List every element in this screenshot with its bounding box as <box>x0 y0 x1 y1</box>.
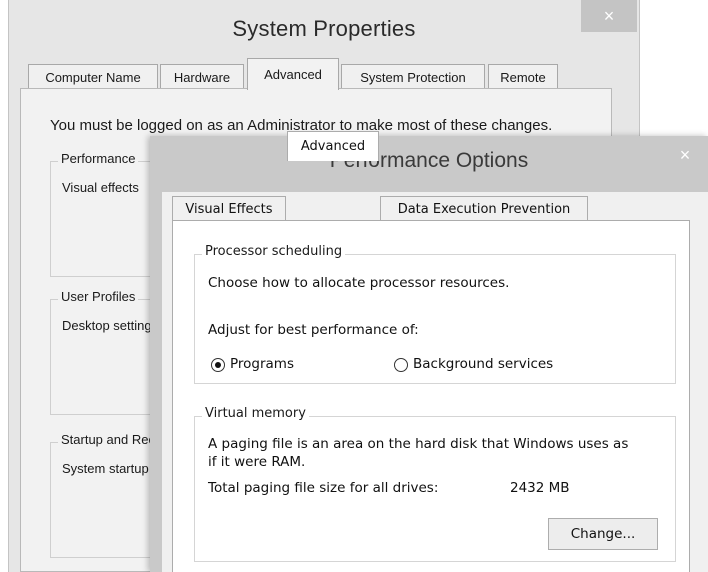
tab-advanced[interactable]: Advanced <box>287 131 379 161</box>
adjust-performance-label: Adjust for best performance of: <box>208 322 419 338</box>
user-profiles-group-text: Desktop settings <box>62 318 159 333</box>
virtual-memory-description-line2: if it were RAM. <box>208 454 306 470</box>
programs-radio-label[interactable]: Programs <box>230 356 294 372</box>
virtual-memory-description-line1: A paging file is an area on the hard dis… <box>208 436 629 452</box>
tab-remote[interactable]: Remote <box>488 64 558 90</box>
total-paging-size-value: 2432 MB <box>510 480 570 496</box>
tab-advanced[interactable]: Advanced <box>247 58 339 90</box>
virtual-memory-label: Virtual memory <box>202 406 309 421</box>
window-title: System Properties <box>232 16 416 41</box>
performance-group-label: Performance <box>58 151 139 166</box>
tab-data-execution-prevention[interactable]: Data Execution Prevention <box>380 196 588 221</box>
processor-scheduling-label: Processor scheduling <box>202 244 346 259</box>
background-services-radio[interactable] <box>394 358 408 372</box>
dialog-title: Performance Options <box>329 149 529 172</box>
tab-computer-name[interactable]: Computer Name <box>28 64 158 90</box>
processor-scheduling-description: Choose how to allocate processor resourc… <box>208 275 510 291</box>
background-services-radio-label[interactable]: Background services <box>413 356 553 372</box>
change-button[interactable]: Change... <box>548 518 658 550</box>
tab-hardware[interactable]: Hardware <box>160 64 244 90</box>
close-icon[interactable]: × <box>662 140 708 170</box>
tab-system-protection[interactable]: System Protection <box>341 64 485 90</box>
programs-radio[interactable] <box>211 358 225 372</box>
performance-options-window: Performance Options × Visual Effects Adv… <box>150 131 708 572</box>
total-paging-size-label: Total paging file size for all drives: <box>208 480 439 496</box>
tab-visual-effects[interactable]: Visual Effects <box>172 196 286 221</box>
close-icon[interactable]: × <box>581 0 637 32</box>
startup-recovery-group-text: System startup <box>62 461 149 476</box>
user-profiles-group-label: User Profiles <box>58 289 139 304</box>
performance-group-text: Visual effects <box>62 180 139 195</box>
